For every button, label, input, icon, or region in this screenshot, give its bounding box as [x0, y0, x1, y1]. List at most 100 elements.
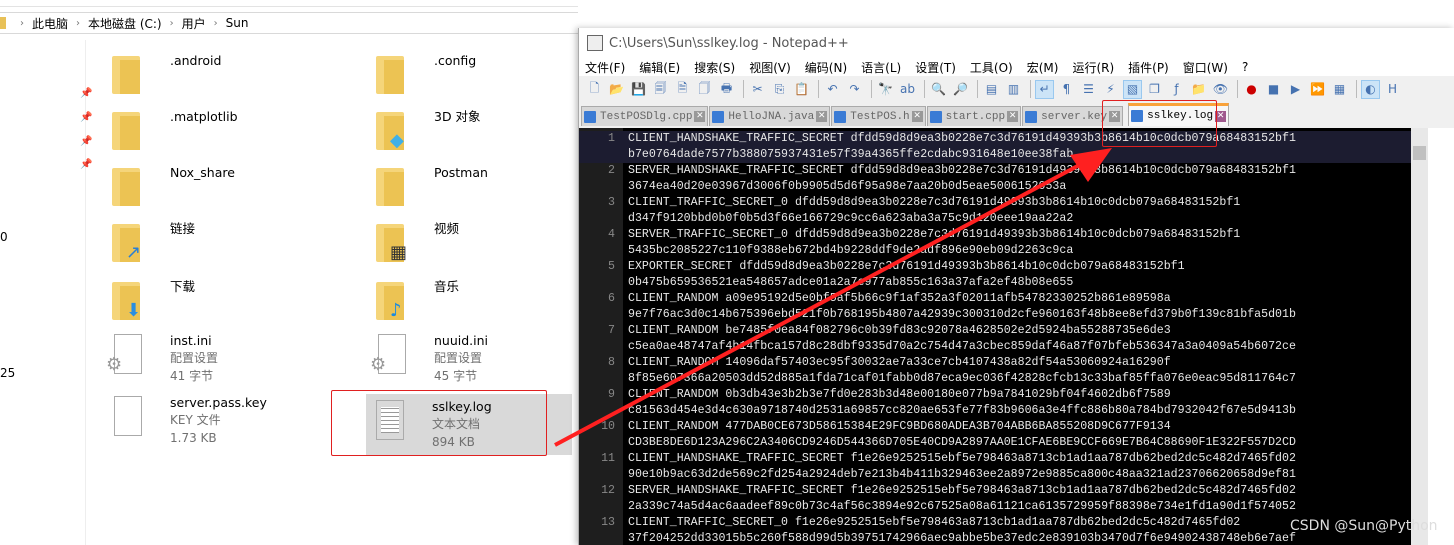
editor-line[interactable]: 2a339c74a5d4ac6aadeef89c0b73c4af56c3894e… [579, 499, 1411, 515]
pin-icon[interactable]: 📌 [80, 159, 92, 170]
vertical-scrollbar[interactable] [1411, 128, 1428, 545]
sync-horizontal-icon[interactable]: ▥ [1004, 80, 1023, 99]
file-item[interactable]: server.pass.key KEY 文件 1.73 KB [112, 394, 267, 447]
tab-testposdlg-cpp[interactable]: TestPOSDlg.cpp ✕ [581, 106, 709, 126]
editor-line[interactable]: 90e10b9ac63d2de569c2fd254a2924deb7e213b4… [579, 467, 1411, 483]
editor-line[interactable]: 4 SERVER_TRAFFIC_SECRET_0 dfdd59d8d9ea3b0… [579, 227, 1411, 243]
udl-icon[interactable]: ⚡ [1101, 80, 1120, 99]
editor-line[interactable]: c5ea0ae48747af4b14fbca157d8c28dbf9335d70… [579, 339, 1411, 355]
menu-item[interactable]: 编码(N) [805, 59, 847, 76]
file-item[interactable]: ⚙ nuuid.ini 配置设置 45 字节 [370, 332, 488, 385]
file-item[interactable]: ▦ 视频 [376, 220, 459, 266]
copy-icon[interactable]: ⎘ [770, 80, 789, 99]
breadcrumb-local-disk[interactable]: 本地磁盘 (C:) [88, 15, 162, 32]
file-item[interactable]: ⚙ inst.ini 配置设置 41 字节 [106, 332, 218, 385]
close-tab-icon[interactable]: ✕ [911, 111, 923, 122]
menu-item[interactable]: 语言(L) [861, 59, 901, 76]
file-item[interactable]: ◆ 3D 对象 [376, 108, 481, 154]
file-item[interactable]: ⬇ 下载 [112, 278, 195, 324]
save-icon[interactable]: 💾 [629, 80, 648, 99]
editor-line[interactable]: 7 CLIENT_RANDOM be7485f0ea84f082796c0b39f… [579, 323, 1411, 339]
pin-icon[interactable]: 📌 [80, 88, 92, 99]
menu-item[interactable]: 工具(O) [970, 59, 1013, 76]
sync-vertical-icon[interactable]: ▤ [982, 80, 1001, 99]
show-all-chars-icon[interactable]: ¶ [1057, 80, 1076, 99]
editor-line[interactable]: 5435bc2085227c110f9388eb672bd4b9228ddf9d… [579, 243, 1411, 259]
file-item[interactable]: .matplotlib [112, 108, 238, 154]
editor-line[interactable]: b7e0764dade7577b388075937431e57f39a4365f… [579, 147, 1411, 163]
menu-item[interactable]: 编辑(E) [639, 59, 680, 76]
word-wrap-icon[interactable]: ↵ [1035, 79, 1054, 99]
editor-line[interactable]: 2 SERVER_HANDSHAKE_TRAFFIC_SECRET dfdd59d… [579, 163, 1411, 179]
menu-item[interactable]: 运行(R) [1072, 59, 1114, 76]
record-macro-icon[interactable]: ● [1242, 80, 1261, 99]
play-macro-icon[interactable]: ▶ [1286, 80, 1305, 99]
close-all-icon[interactable]: 🗍 [695, 80, 714, 99]
close-icon[interactable]: 🗎 [673, 80, 692, 99]
file-item[interactable]: ↗ 链接 [112, 220, 195, 266]
dark-mode-icon[interactable]: ◐ [1361, 79, 1380, 99]
zoom-out-icon[interactable]: 🔎 [951, 80, 970, 99]
doc-map-icon[interactable]: ▧ [1123, 79, 1142, 99]
editor-line[interactable]: 1 CLIENT_HANDSHAKE_TRAFFIC_SECRET dfdd59d… [579, 131, 1411, 147]
file-item[interactable]: Nox_share [112, 164, 235, 210]
print-icon[interactable]: 🖶 [717, 80, 736, 99]
breadcrumb-this-pc[interactable]: 此电脑 [32, 15, 68, 32]
editor-line[interactable]: 3674ea40d20e03967d3006f0b9905d5d6f95a98e… [579, 179, 1411, 195]
tab-testpos-h[interactable]: TestPOS.h ✕ [831, 106, 926, 126]
redo-icon[interactable]: ↷ [845, 80, 864, 99]
scrollbar-thumb[interactable] [1413, 146, 1426, 160]
find-icon[interactable]: 🔭 [876, 80, 895, 99]
doc-list-icon[interactable]: ❐ [1145, 80, 1164, 99]
breadcrumb[interactable]: › 此电脑 › 本地磁盘 (C:) › 用户 › Sun [0, 12, 578, 34]
stop-record-icon[interactable]: ■ [1264, 80, 1283, 99]
close-tab-icon[interactable]: ✕ [1007, 111, 1019, 122]
nav-item-fragment[interactable]: 25 [0, 366, 15, 380]
pin-icon[interactable]: 📌 [80, 136, 92, 147]
editor-line[interactable]: 5 EXPORTER_SECRET dfdd59d8d9ea3b0228e7c3d… [579, 259, 1411, 275]
breadcrumb-sun[interactable]: Sun [226, 16, 249, 30]
close-tab-icon[interactable]: ✕ [694, 111, 706, 122]
editor-line[interactable]: d347f9120bbd0b0f0b5d3f66e166729c9cc6a623… [579, 211, 1411, 227]
new-file-icon[interactable]: 🗋 [585, 80, 604, 99]
menu-item[interactable]: 窗口(W) [1183, 59, 1228, 76]
menu-item[interactable]: 视图(V) [749, 59, 791, 76]
editor-line[interactable]: 9 CLIENT_RANDOM 0b3db43e3b2b3e7fd0e283b3d… [579, 387, 1411, 403]
hex-icon[interactable]: H [1383, 80, 1402, 99]
replace-icon[interactable]: ab [898, 80, 917, 99]
monitoring-icon[interactable]: 👁 [1211, 80, 1230, 99]
file-item[interactable]: ♪ 音乐 [376, 278, 459, 324]
menu-item[interactable]: 设置(T) [915, 59, 956, 76]
close-tab-icon[interactable]: ✕ [816, 111, 828, 122]
file-item[interactable]: .android [112, 52, 221, 98]
editor-line[interactable]: 9e7f76ac3d0c14b675396ebd521f0b768195b480… [579, 307, 1411, 323]
pin-icon[interactable]: 📌 [80, 112, 92, 123]
editor-line[interactable]: 13 CLIENT_TRAFFIC_SECRET_0 f1e26e9252515e… [579, 515, 1411, 531]
editor-line[interactable]: c81563d454e3d4c630a9718740d2531a69857cc8… [579, 403, 1411, 419]
editor-line[interactable]: 12 SERVER_HANDSHAKE_TRAFFIC_SECRET f1e26e… [579, 483, 1411, 499]
tab-start-cpp[interactable]: start.cpp ✕ [926, 106, 1022, 126]
menu-item[interactable]: 搜索(S) [694, 59, 735, 76]
editor-line[interactable]: 10 CLIENT_RANDOM 477DAB0CE673D58615384E29… [579, 419, 1411, 435]
indent-guide-icon[interactable]: ☰ [1079, 80, 1098, 99]
editor-line[interactable]: CD3BE8DE6D123A296C2A3406CD9246D544366D70… [579, 435, 1411, 451]
paste-icon[interactable]: 📋 [792, 80, 811, 99]
editor-line[interactable]: 6 CLIENT_RANDOM a09e95192d5e0bf5af5b66c9f… [579, 291, 1411, 307]
menu-item[interactable]: 文件(F) [585, 59, 625, 76]
editor[interactable]: 1 CLIENT_HANDSHAKE_TRAFFIC_SECRET dfdd59d… [579, 128, 1411, 545]
file-item[interactable]: .config [376, 52, 476, 98]
folder-workspace-icon[interactable]: 📁 [1189, 80, 1208, 99]
open-file-icon[interactable]: 📂 [607, 80, 626, 99]
function-list-icon[interactable]: ƒ [1167, 80, 1186, 99]
editor-line[interactable]: 0b475b659536521ea548657adce01a2a7e977ab8… [579, 275, 1411, 291]
editor-line[interactable]: 11 CLIENT_HANDSHAKE_TRAFFIC_SECRET f1e26e… [579, 451, 1411, 467]
editor-line[interactable]: 8 CLIENT_RANDOM 14096daf57403ec95f30032ae… [579, 355, 1411, 371]
editor-line[interactable]: 37f204252dd33015b5c260f588d99d5b39751742… [579, 531, 1411, 545]
menu-item[interactable]: 宏(M) [1027, 59, 1059, 76]
editor-line[interactable]: 3 CLIENT_TRAFFIC_SECRET_0 dfdd59d8d9ea3b0… [579, 195, 1411, 211]
tab-hellojna-java[interactable]: HelloJNA.java ✕ [709, 106, 831, 126]
menu-item[interactable]: ? [1242, 60, 1248, 74]
run-macro-multiple-icon[interactable]: ⏩ [1308, 80, 1327, 99]
save-all-icon[interactable]: 🗐 [651, 80, 670, 99]
breadcrumb-users[interactable]: 用户 [182, 15, 206, 32]
